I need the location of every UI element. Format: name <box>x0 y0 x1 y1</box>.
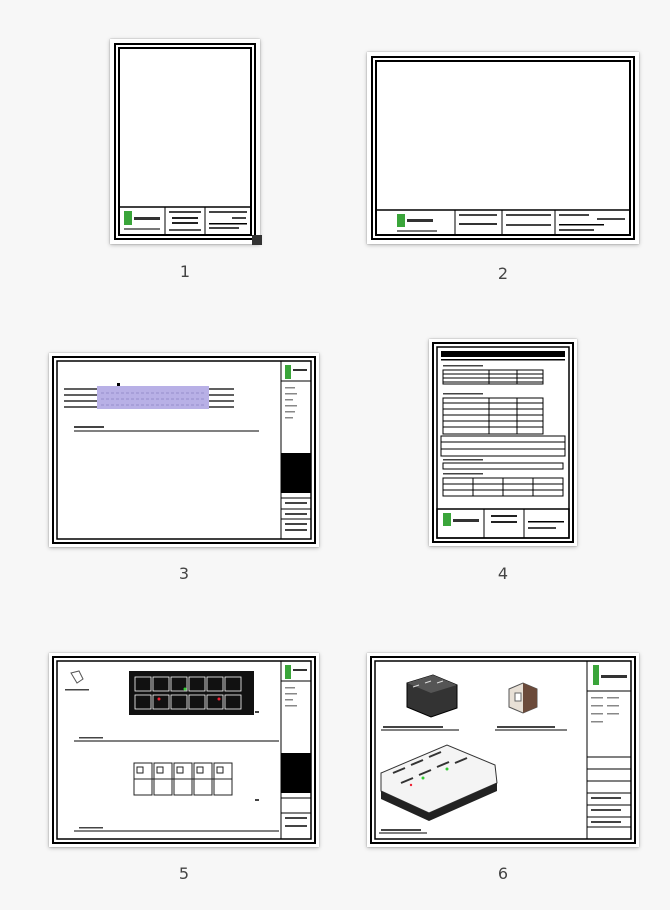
sheet-preview-2 <box>371 56 635 240</box>
page-number-5: 5 <box>178 864 190 883</box>
page-thumbnail-3[interactable] <box>49 353 319 547</box>
page-number-1: 1 <box>179 262 191 281</box>
selection-resize-handle[interactable] <box>252 235 262 245</box>
page-number-4: 4 <box>497 564 509 583</box>
page-thumbnail-6[interactable] <box>367 653 639 847</box>
sheet-preview-3 <box>52 356 316 544</box>
sheet-preview-6 <box>370 656 636 844</box>
sheet-preview-4 <box>432 342 574 543</box>
page-thumbnail-1[interactable] <box>110 39 260 244</box>
sheet-preview-5 <box>52 656 316 844</box>
sheet-preview-1 <box>114 43 256 240</box>
page-number-6: 6 <box>497 864 509 883</box>
page-thumbnail-2[interactable] <box>367 52 639 244</box>
page-number-3: 3 <box>178 564 190 583</box>
page-thumbnail-5[interactable] <box>49 653 319 847</box>
page-thumbnails-pane: 1 2 3 4 5 6 <box>0 0 670 910</box>
page-thumbnail-4[interactable] <box>429 339 577 546</box>
page-number-2: 2 <box>497 264 509 283</box>
